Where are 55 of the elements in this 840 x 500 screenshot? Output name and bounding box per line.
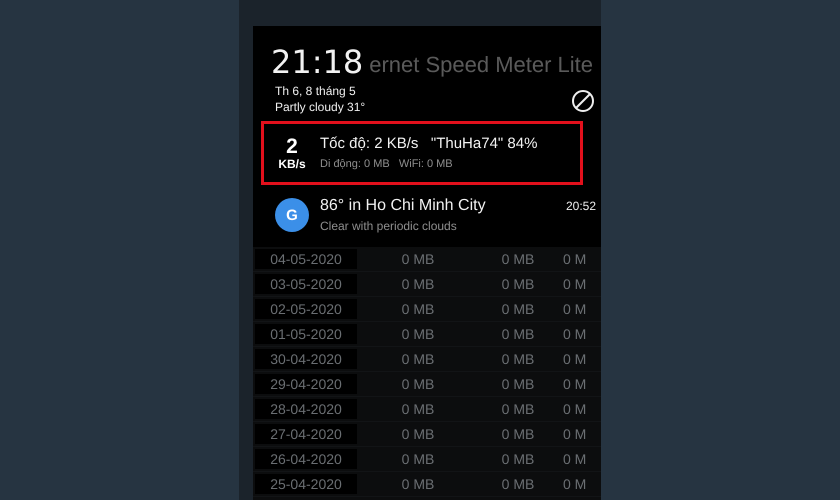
date-cell: 26-04-2020 (255, 449, 357, 469)
table-cell-text: 0 M (563, 376, 588, 392)
table-cell-text: 0 MB (500, 276, 536, 292)
notification-title: Tốc độ: 2 KB/s "ThuHa74" 84% (320, 134, 538, 154)
table-cell-text: 0 MB (400, 401, 436, 417)
table-cell-text: 0 MB (500, 326, 536, 342)
date-cell: 28-04-2020 (255, 399, 357, 419)
table-cell-text: 0 M (563, 476, 588, 492)
table-cell-text: 0 M (563, 451, 588, 467)
table-cell-text: 0 MB (400, 276, 436, 292)
table-cell-text: 0 M (563, 401, 588, 417)
date-cell: 29-04-2020 (255, 374, 357, 394)
table-cell-text: 0 MB (500, 426, 536, 442)
app-icon: G (275, 198, 309, 232)
table-cell-text: 0 M (563, 276, 588, 292)
notification-text: Di động: 0 MB WiFi: 0 MB (320, 157, 454, 172)
table-cell-text: 0 MB (400, 476, 436, 492)
date-cell: 01-05-2020 (255, 324, 357, 344)
notification-title: 86° in Ho Chi Minh City (320, 196, 487, 216)
table-cell-text: 0 M (563, 426, 588, 442)
table-cell-text: 0 MB (500, 301, 536, 317)
table-cell-text: 0 MB (400, 351, 436, 367)
table-cell-text: 0 MB (500, 376, 536, 392)
table-cell-text: 0 MB (400, 326, 436, 342)
table-cell-text: 0 MB (500, 476, 536, 492)
table-cell-text: 0 M (563, 326, 588, 342)
table-cell-text: 0 MB (400, 376, 436, 392)
date-text: Th 6, 8 tháng 5 (275, 83, 357, 99)
table-cell-text: 0 MB (500, 451, 536, 467)
speed-value: 2 (286, 136, 298, 156)
clock-time: 21:18 (271, 44, 364, 80)
table-cell-text: 0 MB (400, 426, 436, 442)
notification[interactable]: G 86° in Ho Chi Minh City 20:52 Clear with periodic clouds (261, 187, 599, 243)
table-cell-text: 0 MB (500, 251, 536, 267)
highlighted-notification[interactable]: 2 KB/s Tốc độ: 2 KB/s "ThuHa74" 84% Di động: 0 MB WiFi: 0 MB (261, 121, 583, 185)
date-cell: 03-05-2020 (255, 274, 357, 294)
date-cell: 30-04-2020 (255, 349, 357, 369)
notification-text: Clear with periodic clouds (320, 218, 458, 234)
date-cell: 04-05-2020 (255, 249, 357, 269)
app-title: ernet Speed Meter Lite (369, 51, 594, 79)
speed-unit: KB/s (278, 156, 306, 170)
table-cell-text: 0 M (563, 251, 588, 267)
table-cell-text: 0 MB (400, 301, 436, 317)
table-cell-text: 0 MB (500, 401, 536, 417)
table-cell-text: 0 MB (500, 351, 536, 367)
date-cell: 25-04-2020 (255, 474, 357, 494)
notification-time: 20:52 (566, 199, 596, 213)
table-cell-text: 0 MB (400, 251, 436, 267)
date-cell: 02-05-2020 (255, 299, 357, 319)
table-cell-text: 0 M (563, 301, 588, 317)
table-cell-text: 0 M (563, 351, 588, 367)
table-cell-text: 0 MB (400, 451, 436, 467)
do-not-disturb-icon[interactable] (571, 89, 595, 113)
date-cell: 27-04-2020 (255, 424, 357, 444)
weather-text: Partly cloudy 31° (275, 99, 366, 115)
